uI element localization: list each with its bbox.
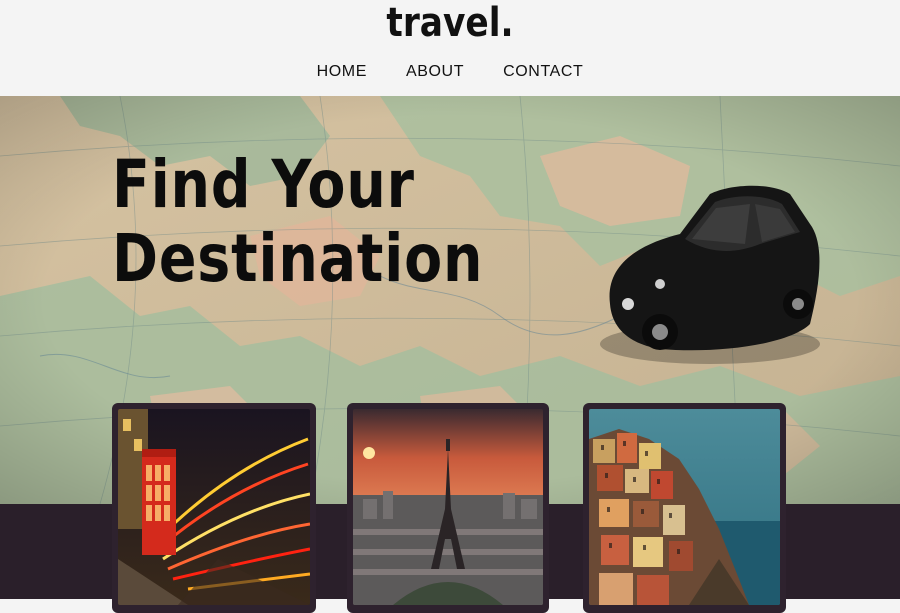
brand-logo[interactable]: travel.: [63, 0, 837, 46]
coastal-village-photo: [589, 409, 780, 605]
paris-eiffel-tower-photo: [353, 409, 543, 605]
destination-card-paris[interactable]: [347, 403, 549, 613]
nav-contact-link[interactable]: CONTACT: [503, 62, 583, 82]
nav-home-link[interactable]: HOME: [317, 62, 367, 82]
destination-card-london[interactable]: [112, 403, 316, 613]
destination-card-coast[interactable]: [583, 403, 786, 613]
hero-title-line2: Destination: [112, 220, 484, 297]
nav-about-link[interactable]: ABOUT: [406, 62, 464, 82]
london-phone-booth-photo: [118, 409, 310, 605]
hero-title: Find Your Destination: [112, 148, 483, 296]
hero-title-line1: Find Your: [112, 146, 415, 223]
main-nav: HOME ABOUT CONTACT: [0, 62, 900, 82]
site-header: travel. HOME ABOUT CONTACT: [0, 0, 900, 96]
